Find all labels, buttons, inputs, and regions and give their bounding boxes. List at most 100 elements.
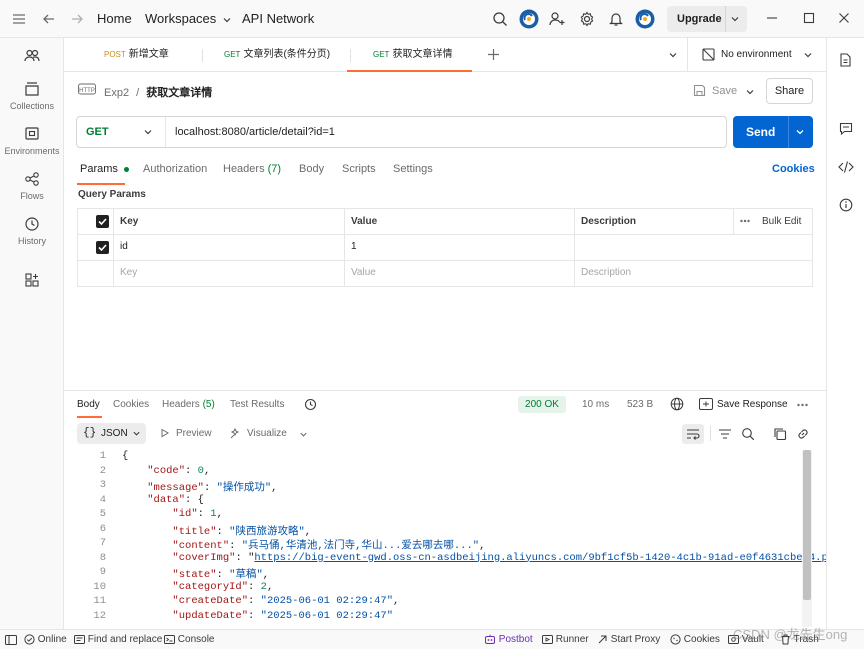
param-enabled-checkbox[interactable] [96, 241, 109, 254]
notification-bell-icon[interactable] [608, 11, 624, 27]
share-button[interactable]: Share [766, 78, 813, 104]
api-network-link[interactable]: API Network [242, 11, 314, 26]
invite-user-icon[interactable] [549, 11, 565, 27]
url-input[interactable]: localhost:8080/article/detail?id=1 [175, 126, 335, 138]
send-button[interactable]: Send [733, 116, 813, 148]
method-select[interactable]: GET [77, 117, 165, 147]
console-button[interactable]: Console [164, 630, 214, 650]
close-icon[interactable] [838, 12, 850, 24]
divider [350, 49, 351, 62]
chevron-down-icon[interactable] [795, 127, 805, 137]
comments-icon[interactable] [839, 122, 853, 136]
line-text: "categoryId": 2, [172, 580, 274, 593]
minimize-icon[interactable] [766, 12, 778, 24]
tab-article-detail[interactable]: GET 获取文章详情 [373, 38, 452, 72]
divider [687, 38, 688, 72]
forward-arrow-icon[interactable] [70, 12, 84, 26]
cookies-button[interactable]: Cookies [670, 630, 720, 650]
line-text: "id": 1, [172, 508, 223, 520]
chevron-down-icon[interactable] [730, 14, 740, 24]
select-all-checkbox[interactable] [96, 215, 109, 228]
history-icon[interactable] [304, 398, 317, 411]
sidebar-item-environments[interactable]: Environments [0, 126, 64, 156]
tab-overflow-chevron-icon[interactable] [668, 50, 678, 60]
param-key-placeholder[interactable]: Key [120, 267, 137, 278]
status-badge[interactable]: 200 OK [518, 396, 566, 413]
online-status[interactable]: Online [24, 630, 67, 650]
globe-icon[interactable] [670, 397, 684, 411]
tab-params[interactable]: Params [80, 163, 129, 175]
bulk-edit-button[interactable]: Bulk Edit [762, 216, 801, 227]
menu-icon[interactable] [12, 12, 26, 26]
param-value-cell[interactable]: 1 [351, 241, 357, 252]
start-proxy-label: Start Proxy [610, 634, 661, 645]
more-options-icon[interactable] [740, 219, 750, 223]
sidebar-item-team[interactable] [0, 48, 64, 68]
console-icon [164, 634, 175, 645]
toggle-sidebar-icon[interactable] [5, 634, 17, 646]
line-number: 12 [93, 609, 106, 622]
settings-gear-icon[interactable] [579, 11, 595, 27]
line-text: "state": "草稿", [172, 569, 270, 581]
cookies-link[interactable]: Cookies [772, 163, 815, 175]
upgrade-button[interactable]: Upgrade [667, 6, 747, 32]
column-header-key: Key [120, 216, 139, 227]
scrollbar-track[interactable] [802, 450, 812, 627]
visualize-label: Visualize [247, 428, 287, 439]
scrollbar-thumb[interactable] [803, 450, 811, 600]
sidebar-item-flows[interactable]: Flows [0, 171, 64, 201]
sidebar-item-collections[interactable]: Collections [0, 81, 64, 111]
filter-icon[interactable] [718, 427, 732, 441]
breadcrumb: Exp2 / 获取文章详情 [104, 84, 212, 100]
divider [78, 234, 812, 235]
tab-new-article[interactable]: POST 新增文章 [104, 38, 169, 72]
param-key-cell[interactable]: id [120, 241, 128, 252]
param-value-placeholder[interactable]: Value [351, 267, 376, 278]
postbot-button[interactable]: Postbot [484, 630, 533, 650]
active-tab-indicator [77, 416, 102, 418]
sidebar-item-history[interactable]: History [0, 216, 64, 246]
format-select[interactable]: {} JSON [77, 423, 146, 444]
response-time[interactable]: 10 ms [582, 399, 609, 410]
new-tab-plus-icon[interactable] [487, 48, 500, 61]
home-link[interactable]: Home [97, 11, 132, 26]
documentation-icon[interactable] [839, 53, 852, 67]
link-icon[interactable] [796, 427, 810, 441]
response-tab-cookies[interactable]: Cookies [113, 399, 149, 410]
maximize-icon[interactable] [803, 12, 815, 24]
wrap-lines-button[interactable] [682, 424, 704, 444]
line-number: 9 [99, 566, 106, 578]
active-tab-indicator [77, 183, 125, 185]
code-snippet-icon[interactable] [838, 160, 854, 174]
sync-logo-icon[interactable] [519, 9, 539, 29]
tab-authorization[interactable]: Authorization [143, 163, 207, 175]
runner-button[interactable]: Runner [542, 630, 589, 650]
response-size[interactable]: 523 B [627, 399, 653, 410]
tab-scripts[interactable]: Scripts [342, 163, 376, 175]
breadcrumb-collection[interactable]: Exp2 [104, 87, 129, 99]
response-tab-body[interactable]: Body [77, 399, 100, 410]
search-icon[interactable] [741, 427, 755, 441]
save-options-chevron-icon[interactable] [745, 87, 755, 97]
info-icon[interactable] [839, 198, 853, 212]
param-description-placeholder[interactable]: Description [581, 267, 631, 278]
visualize-icon [229, 427, 242, 440]
tab-article-list[interactable]: GET 文章列表(条件分页) [224, 38, 330, 72]
environment-selector[interactable]: No environment [696, 38, 824, 72]
tab-settings[interactable]: Settings [393, 163, 433, 175]
workspaces-menu[interactable]: Workspaces [145, 11, 232, 26]
tab-headers[interactable]: Headers (7) [223, 163, 281, 175]
search-icon[interactable] [492, 11, 508, 27]
tab-body[interactable]: Body [299, 163, 324, 175]
line-number: 5 [99, 508, 106, 520]
copy-icon[interactable] [773, 427, 787, 441]
start-proxy-button[interactable]: Start Proxy [597, 630, 660, 650]
request-tab-bar: POST 新增文章 GET 文章列表(条件分页) GET 获取文章详情 No envi… [64, 38, 826, 72]
avatar[interactable] [635, 9, 655, 29]
find-replace-button[interactable]: Find and replace [74, 630, 162, 650]
more-options-icon[interactable] [797, 403, 808, 407]
response-tab-test-results[interactable]: Test Results [230, 399, 284, 410]
response-tab-headers[interactable]: Headers (5) [162, 399, 215, 410]
back-arrow-icon[interactable] [42, 12, 56, 26]
sidebar-item-configure[interactable] [0, 272, 64, 292]
